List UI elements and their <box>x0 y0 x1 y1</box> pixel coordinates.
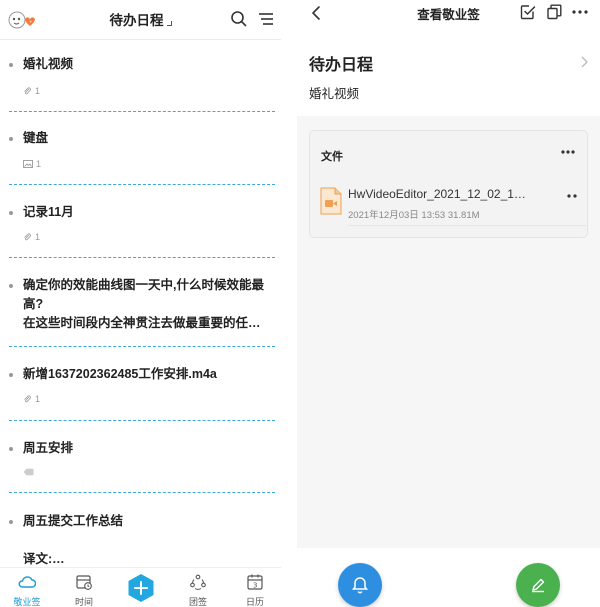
list-item[interactable]: 记录11月 1 <box>0 203 281 261</box>
reminder-button[interactable] <box>338 563 382 607</box>
calendar-icon: 3 <box>247 574 263 590</box>
file-name[interactable]: HwVideoEditor_2021_12_02_1… <box>348 187 553 201</box>
note-summary[interactable]: 待办日程 婚礼视频 <box>297 34 600 116</box>
list-item[interactable]: 键盘 1 <box>0 129 281 188</box>
file-section-label: 文件 <box>321 151 343 163</box>
calendar-badge: 3 <box>253 582 257 590</box>
bullet-dot <box>9 63 13 67</box>
divider <box>348 225 586 226</box>
video-file-icon[interactable] <box>320 187 342 215</box>
list-item-title: 周五安排 <box>23 441 74 455</box>
file-more-icon[interactable] <box>566 193 578 199</box>
divider <box>9 257 275 258</box>
bullet-dot <box>9 211 13 215</box>
divider <box>9 111 275 112</box>
pencil-icon <box>532 578 545 593</box>
list-item-meta: 1 <box>23 158 41 170</box>
note-detail-pane: 查看敬业签 待办日程 婚礼视频 文件 HwVideoEditor_2021_12… <box>297 0 600 607</box>
list-item[interactable]: 周五安排 <box>0 439 281 496</box>
file-date: 2021年12月03日 13:53 <box>348 210 446 221</box>
image-icon <box>23 160 33 168</box>
list-item-meta <box>23 466 34 478</box>
list-item-title: 新增1637202362485工作安排.m4a <box>23 367 217 381</box>
list-item-title: 记录11月 <box>23 205 74 219</box>
tab-label: 时间 <box>74 597 93 607</box>
bullet-dot <box>9 137 13 141</box>
paperclip-icon <box>23 232 32 242</box>
team-icon <box>190 574 206 590</box>
more-icon[interactable] <box>571 3 589 21</box>
bullet-dot <box>9 373 13 377</box>
note-title: 待办日程 <box>309 57 374 74</box>
corner-icon <box>166 21 172 26</box>
checkbox-icon[interactable] <box>519 3 537 21</box>
tab-time[interactable]: 时间 <box>59 568 109 607</box>
search-icon[interactable] <box>229 9 249 29</box>
tab-label: 团签 <box>188 597 207 607</box>
bullet-dot <box>9 284 13 288</box>
chevron-right-icon[interactable] <box>579 55 589 69</box>
divider <box>9 346 275 347</box>
list-item-title: 键盘 <box>23 131 49 145</box>
divider <box>9 492 275 493</box>
note-list-pane: + 待办日程 婚礼视频 1 键盘 1 记录11月 1 确定你的效能曲线图一天中,什么时候效能… <box>0 0 281 607</box>
menu-icon[interactable] <box>256 9 276 29</box>
calendar-clock-icon <box>76 575 92 590</box>
list-item-meta: 1 <box>23 85 40 97</box>
note-subtitle: 婚礼视频 <box>309 87 360 101</box>
attachment-count: 1 <box>35 394 41 404</box>
list-item[interactable]: 婚礼视频 1 <box>0 55 281 115</box>
tag-icon <box>23 468 34 476</box>
edit-button[interactable] <box>516 563 560 607</box>
tab-team[interactable]: 团签 <box>173 568 223 607</box>
tab-label: 敬业签 <box>13 597 41 607</box>
attachment-count: 1 <box>35 232 41 242</box>
divider <box>9 184 275 185</box>
tab-label: 日历 <box>245 597 264 607</box>
detail-header: 查看敬业签 <box>297 0 600 34</box>
paperclip-icon <box>23 86 32 96</box>
tab-jingyeqian[interactable]: 敬业签 <box>2 568 52 607</box>
list-item-title: 确定你的效能曲线图一天中,什么时候效能最高? 在这些时间段内全神贯注去做最重要的… <box>23 278 264 330</box>
file-size: 31.81M <box>447 210 480 221</box>
bullet-dot <box>9 447 13 451</box>
paperclip-icon <box>23 394 32 404</box>
list-item[interactable]: 新增1637202362485工作安排.m4a 1 <box>0 365 281 424</box>
tab-calendar[interactable]: 3 日历 <box>230 568 280 607</box>
attachment-count: 1 <box>35 86 41 96</box>
attachment-count: 1 <box>36 159 42 169</box>
list-item-title: 婚礼视频 <box>23 57 74 71</box>
bullet-dot <box>9 520 13 524</box>
list-item-meta: 1 <box>23 393 40 405</box>
pane-divider <box>281 0 297 607</box>
list-header: + 待办日程 <box>0 0 281 40</box>
list-item-title: 周五提交工作总结 译文:… <box>23 514 124 566</box>
file-section: 文件 HwVideoEditor_2021_12_02_1… 2021年12月0… <box>309 130 588 238</box>
file-info: 2021年12月03日 13:53 31.81M <box>348 207 480 221</box>
list-item-meta: 1 <box>23 231 40 243</box>
cloud-icon <box>18 576 36 588</box>
copy-icon[interactable] <box>545 3 563 21</box>
section-more-icon[interactable] <box>560 149 576 155</box>
add-note-button[interactable] <box>126 573 156 603</box>
list-item[interactable]: 确定你的效能曲线图一天中,什么时候效能最高? 在这些时间段内全神贯注去做最重要的… <box>0 276 281 350</box>
bell-icon <box>352 577 368 594</box>
divider <box>9 420 275 421</box>
